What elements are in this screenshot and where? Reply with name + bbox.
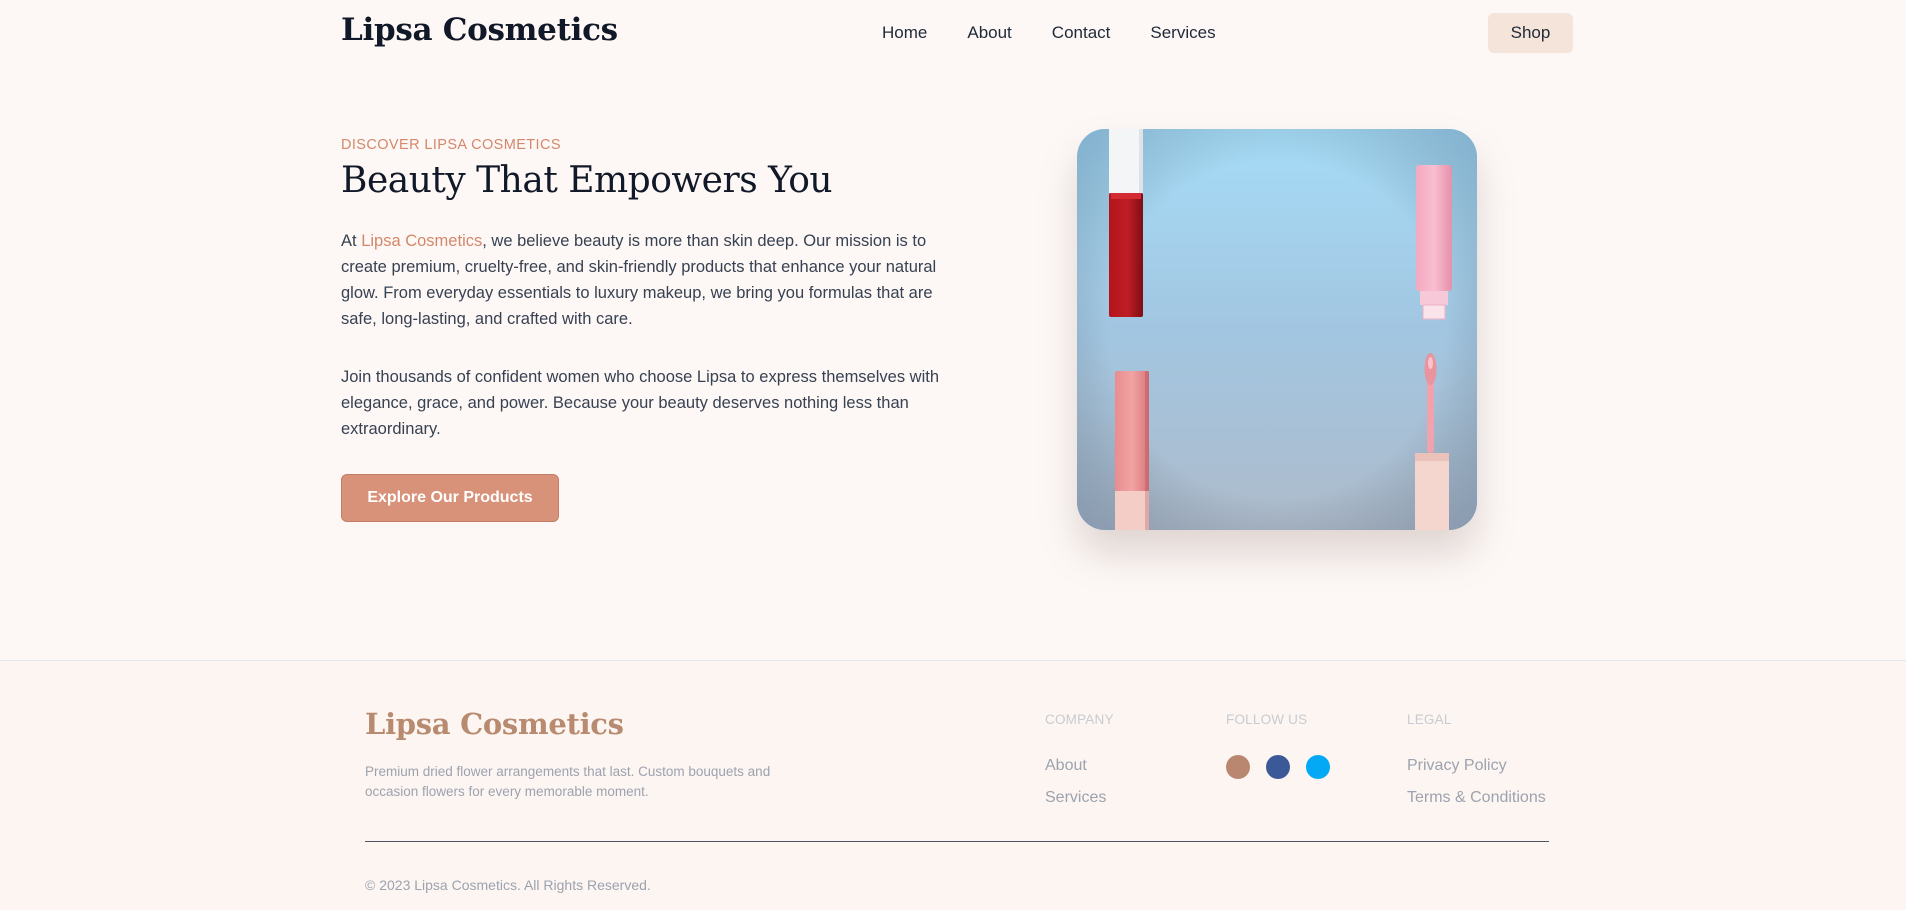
footer-link-privacy[interactable]: Privacy Policy — [1407, 757, 1507, 775]
nav-home[interactable]: Home — [882, 23, 927, 43]
para1-prefix: At — [341, 232, 362, 250]
explore-products-button[interactable]: Explore Our Products — [341, 474, 559, 522]
lipstick-products-illustration — [1077, 129, 1477, 530]
brand-logo[interactable]: Lipsa Cosmetics — [341, 12, 618, 48]
footer-divider — [365, 841, 1549, 842]
twitter-icon[interactable] — [1306, 755, 1330, 779]
brand-highlight: Lipsa Cosmetics — [361, 232, 483, 250]
footer-description: Premium dried flower arrangements that l… — [365, 764, 771, 799]
hero-product-image — [1077, 129, 1477, 530]
nav-contact[interactable]: Contact — [1052, 23, 1111, 43]
hero-paragraph-join: Join thousands of confident women who ch… — [341, 368, 940, 438]
footer-link-terms[interactable]: Terms & Conditions — [1407, 789, 1546, 807]
footer-follow-title: FOLLOW US — [1226, 712, 1308, 727]
hero-title: Beauty That Empowers You — [341, 160, 833, 201]
site-header: Lipsa Cosmetics Home About Contact Servi… — [0, 0, 1906, 68]
nav-services[interactable]: Services — [1150, 23, 1215, 43]
shop-button[interactable]: Shop — [1488, 13, 1573, 53]
footer-copyright: © 2023 Lipsa Cosmetics. All Rights Reser… — [365, 877, 651, 893]
footer-brand[interactable]: Lipsa Cosmetics — [365, 707, 624, 741]
footer-link-services[interactable]: Services — [1045, 789, 1106, 807]
footer-link-about[interactable]: About — [1045, 757, 1087, 775]
hero-eyebrow: DISCOVER LIPSA COSMETICS — [341, 137, 561, 153]
hero-paragraph-mission: At Lipsa Cosmetics, we believe beauty is… — [341, 228, 941, 332]
instagram-icon[interactable] — [1226, 755, 1250, 779]
footer-company-title: COMPANY — [1045, 712, 1114, 727]
site-footer: Lipsa Cosmetics Premium dried flower arr… — [0, 660, 1906, 910]
main-nav: Home About Contact Services — [882, 23, 1256, 43]
nav-about[interactable]: About — [967, 23, 1011, 43]
footer-legal-title: LEGAL — [1407, 712, 1452, 727]
facebook-icon[interactable] — [1266, 755, 1290, 779]
